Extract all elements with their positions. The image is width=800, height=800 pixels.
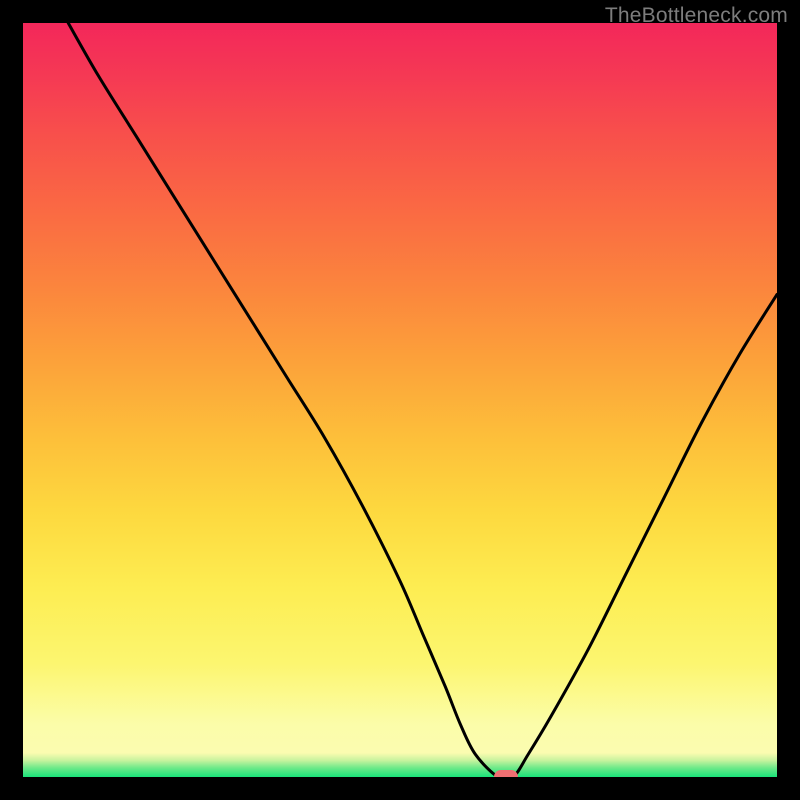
plot-area [23, 23, 777, 777]
chart-frame: TheBottleneck.com [0, 0, 800, 800]
optimum-marker [494, 770, 518, 777]
bottleneck-curve [68, 23, 777, 777]
curve-layer [23, 23, 777, 777]
watermark-text: TheBottleneck.com [605, 4, 788, 28]
